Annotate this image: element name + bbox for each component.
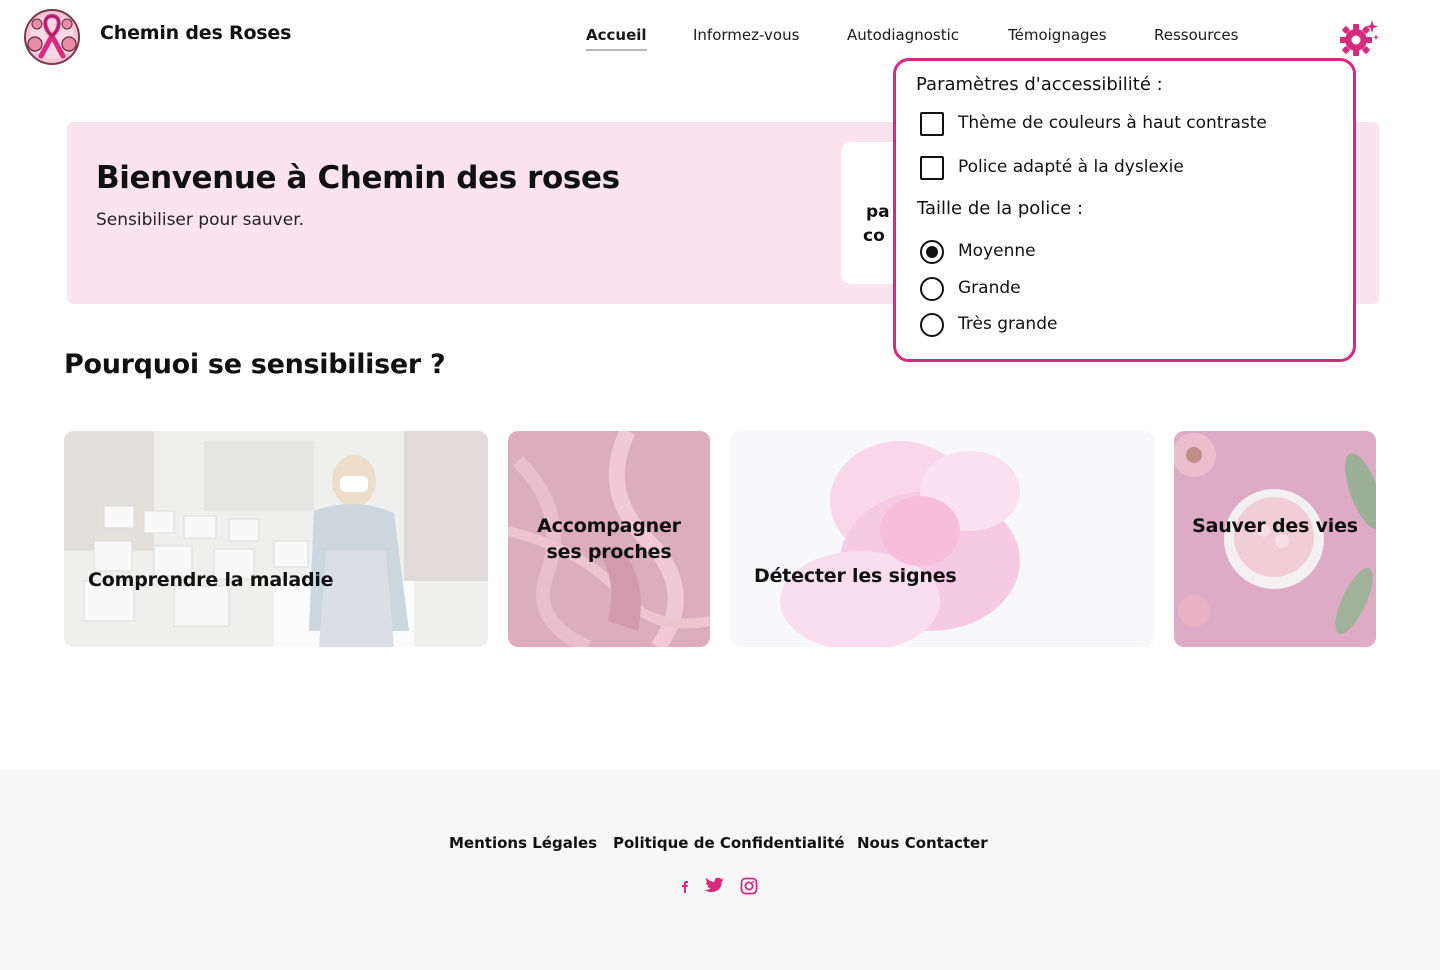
dyslexia-font-checkbox[interactable] bbox=[920, 156, 944, 180]
nav-item-ressources[interactable]: Ressources bbox=[1154, 26, 1238, 44]
site-footer: Mentions Légales Politique de Confidenti… bbox=[0, 770, 1440, 970]
nav-item-informez-vous[interactable]: Informez-vous bbox=[693, 26, 799, 44]
high-contrast-label: Thème de couleurs à haut contraste bbox=[958, 113, 1267, 133]
font-size-label-grande: Grande bbox=[958, 278, 1021, 298]
font-size-radio-grande[interactable] bbox=[920, 277, 944, 301]
nav-item-accueil[interactable]: Accueil bbox=[586, 26, 647, 51]
card-label: Détecter les signes bbox=[754, 565, 957, 587]
font-size-radio-moyenne[interactable] bbox=[920, 240, 944, 264]
accessibility-settings-panel: Paramètres d'accessibilité : Thème de co… bbox=[893, 58, 1356, 362]
footer-link-politique-confidentialite[interactable]: Politique de Confidentialité bbox=[613, 834, 845, 852]
hero-title: Bienvenue à Chemin des roses bbox=[96, 160, 620, 196]
card-photo-flowers-bowl bbox=[1174, 431, 1376, 647]
dyslexia-font-option[interactable]: Police adapté à la dyslexie bbox=[920, 155, 1340, 181]
hero-card-text: pa co bbox=[863, 202, 890, 246]
footer-link-mentions-legales[interactable]: Mentions Légales bbox=[449, 834, 597, 852]
card-photo-woman-outdoor bbox=[64, 431, 488, 647]
font-size-option-moyenne[interactable]: Moyenne bbox=[920, 239, 1340, 265]
section-title: Pourquoi se sensibiliser ? bbox=[64, 349, 446, 380]
card-sauver-des-vies[interactable]: Sauver des vies bbox=[1174, 431, 1376, 647]
facebook-icon[interactable] bbox=[674, 876, 696, 896]
dyslexia-font-label: Police adapté à la dyslexie bbox=[958, 157, 1184, 177]
card-label: Accompagner ses proches bbox=[537, 515, 681, 563]
font-size-radio-tres-grande[interactable] bbox=[920, 313, 944, 337]
high-contrast-checkbox[interactable] bbox=[920, 112, 944, 136]
instagram-icon[interactable] bbox=[738, 876, 760, 896]
card-label: Comprendre la maladie bbox=[88, 569, 334, 591]
font-size-option-grande[interactable]: Grande bbox=[920, 276, 1340, 302]
font-size-label-tres-grande: Très grande bbox=[958, 314, 1058, 334]
main-nav: Accueil Informez-vous Autodiagnostic Tém… bbox=[0, 26, 1440, 54]
twitter-icon[interactable] bbox=[703, 876, 725, 896]
footer-link-nous-contacter[interactable]: Nous Contacter bbox=[857, 834, 988, 852]
accessibility-settings-gear-icon[interactable] bbox=[1338, 18, 1380, 58]
card-label: Sauver des vies bbox=[1192, 515, 1358, 537]
nav-item-temoignages[interactable]: Témoignages bbox=[1008, 26, 1107, 44]
font-size-label-moyenne: Moyenne bbox=[958, 241, 1036, 261]
hero-subtitle: Sensibiliser pour sauver. bbox=[96, 210, 305, 230]
nav-item-autodiagnostic[interactable]: Autodiagnostic bbox=[847, 26, 959, 44]
card-accompagner-ses-proches[interactable]: Accompagner ses proches bbox=[508, 431, 710, 647]
accessibility-panel-title: Paramètres d'accessibilité : bbox=[916, 74, 1163, 95]
card-detecter-les-signes[interactable]: Détecter les signes bbox=[730, 431, 1154, 647]
font-size-heading: Taille de la police : bbox=[917, 198, 1084, 219]
high-contrast-option[interactable]: Thème de couleurs à haut contraste bbox=[920, 111, 1340, 137]
font-size-option-tres-grande[interactable]: Très grande bbox=[920, 312, 1340, 338]
card-comprendre-la-maladie[interactable]: Comprendre la maladie bbox=[64, 431, 488, 647]
card-photo-pink-smoke bbox=[730, 431, 1154, 647]
